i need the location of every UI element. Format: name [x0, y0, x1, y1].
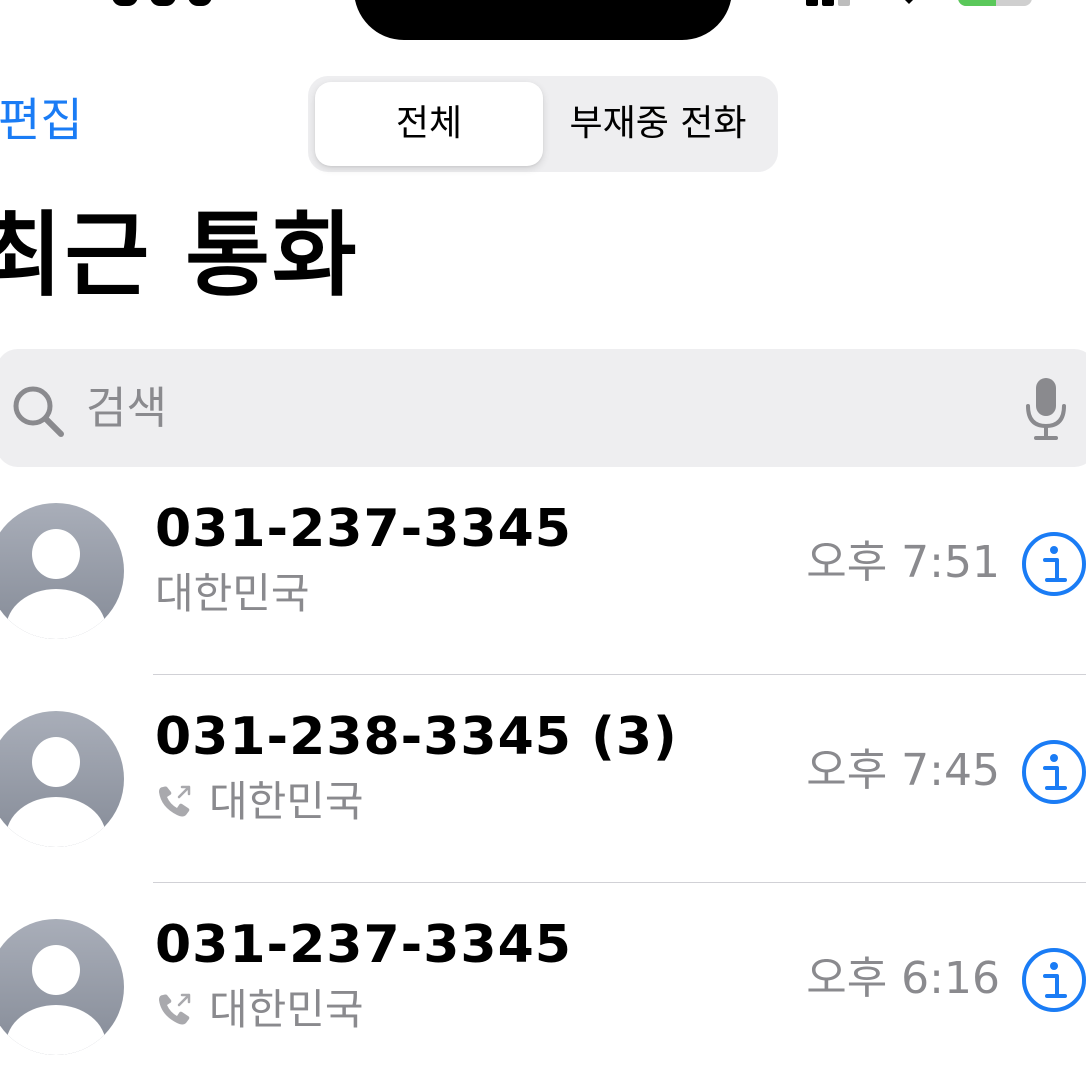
edit-button[interactable]: 편집: [0, 90, 83, 150]
page-title: 최근 통화: [0, 202, 359, 309]
outgoing-call-icon: [159, 785, 191, 816]
call-row[interactable]: 031-237-3345 대한민국 오후 7:51: [0, 467, 1086, 675]
recents-screen: 편집 전체 부재중 전화 최근 통화 031-237-3345 대한민국 오후 …: [0, 0, 1086, 1086]
segment-missed[interactable]: 부재중 전화: [543, 82, 773, 166]
call-time: 오후 7:45: [806, 745, 1000, 796]
search-bar: [0, 349, 1086, 467]
caller-number: 031-238-3345 (3): [155, 707, 678, 767]
info-icon[interactable]: [1021, 739, 1086, 805]
caller-location-line: 대한민국: [155, 775, 364, 829]
search-icon: [13, 386, 64, 437]
call-time: 오후 7:51: [806, 537, 1000, 588]
search-input[interactable]: [86, 373, 986, 443]
call-row[interactable]: 031-238-3345 (3) 대한민국 오후 7:45: [0, 675, 1086, 883]
caller-location-line: 대한민국: [155, 983, 364, 1037]
dynamic-island: [354, 0, 732, 40]
segment-all[interactable]: 전체: [315, 82, 543, 166]
caller-location: 대한민국: [209, 985, 364, 1034]
contact-avatar: [0, 919, 124, 1055]
wifi-icon: [905, 0, 913, 4]
contact-avatar: [0, 503, 124, 639]
cellular-signal-icon: [806, 0, 866, 6]
status-time: [112, 0, 212, 6]
battery-icon: [958, 0, 1032, 6]
caller-location: 대한민국: [209, 777, 364, 826]
caller-location-line: 대한민국: [155, 567, 310, 621]
info-icon[interactable]: [1021, 531, 1086, 597]
info-icon[interactable]: [1021, 947, 1086, 1013]
contact-avatar: [0, 711, 124, 847]
call-filter-segmented-control: 전체 부재중 전화: [308, 76, 778, 172]
call-row[interactable]: 031-237-3345 대한민국 오후 6:16: [0, 883, 1086, 1086]
microphone-icon[interactable]: [1024, 376, 1068, 442]
caller-number: 031-237-3345: [155, 499, 572, 559]
outgoing-call-icon: [159, 993, 191, 1024]
call-time: 오후 6:16: [806, 953, 1000, 1004]
caller-location: 대한민국: [155, 569, 310, 618]
caller-number: 031-237-3345: [155, 915, 572, 975]
